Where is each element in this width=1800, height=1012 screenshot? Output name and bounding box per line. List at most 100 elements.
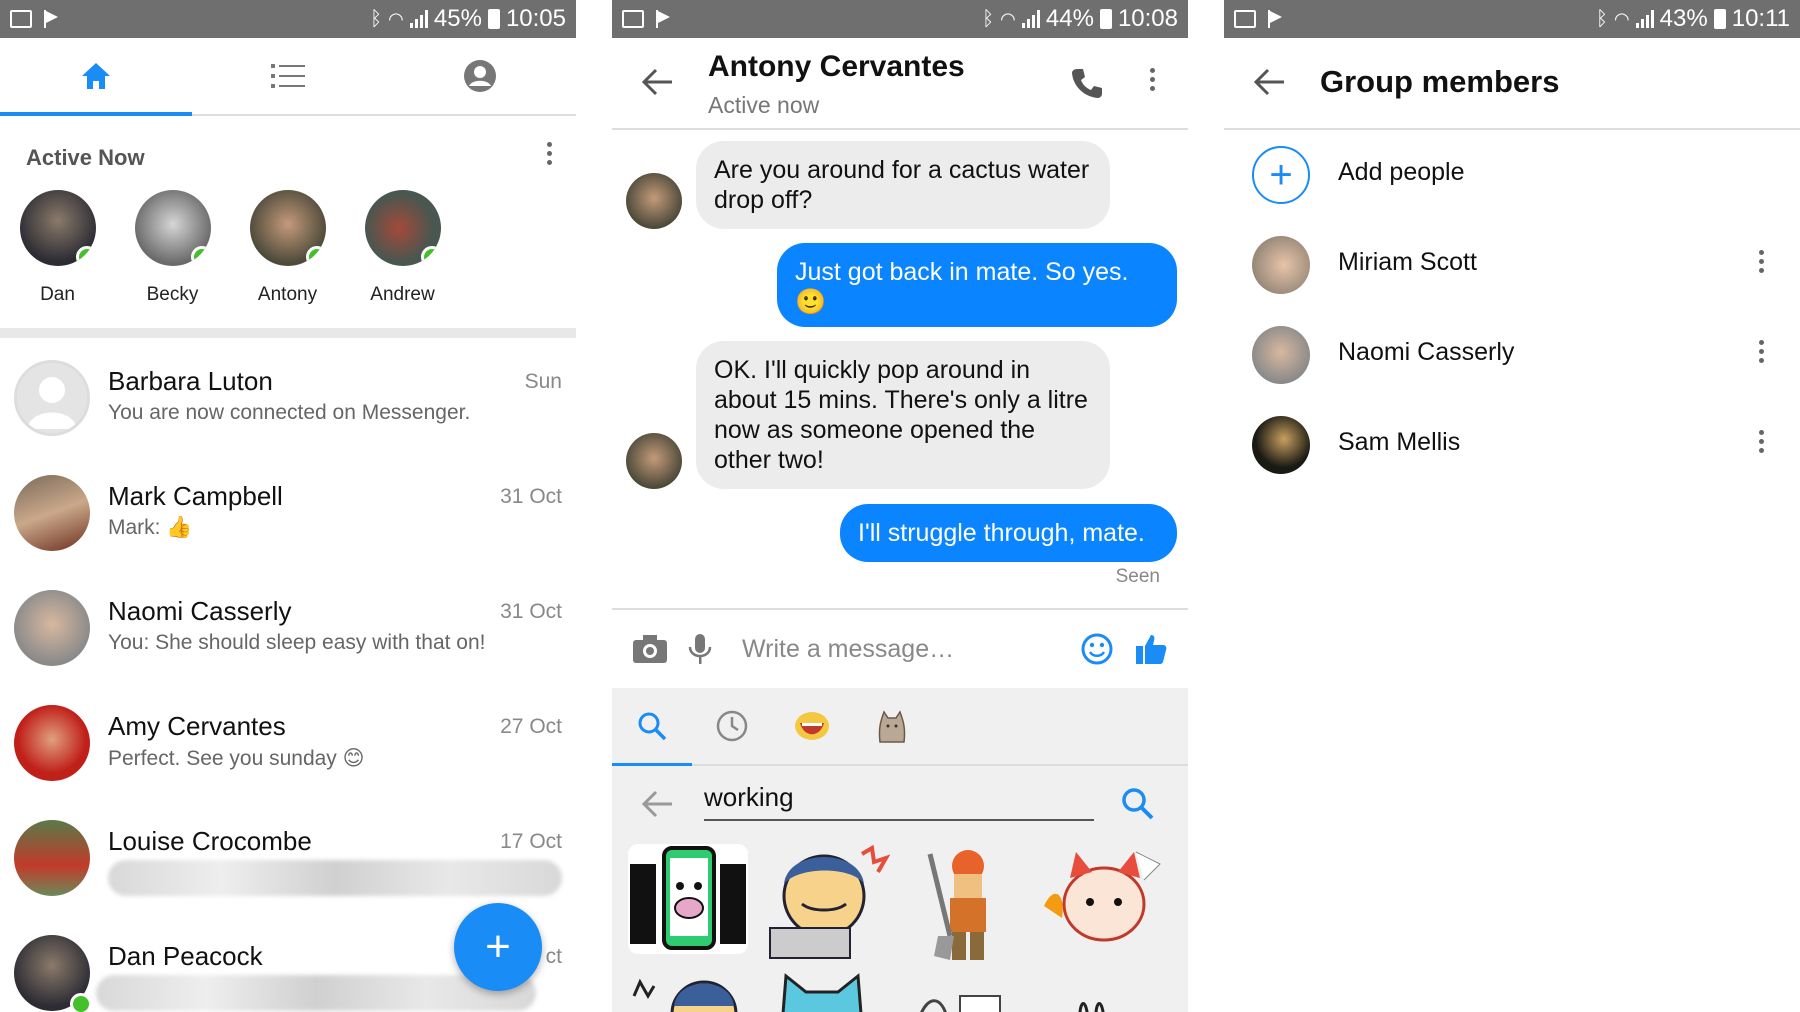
- new-message-button[interactable]: +: [454, 903, 542, 991]
- avatar: [134, 190, 211, 266]
- member-name: Sam Mellis: [1338, 428, 1461, 456]
- active-person[interactable]: Dan: [0, 190, 115, 306]
- member-row[interactable]: Naomi Casserly: [1224, 310, 1800, 400]
- clock: 10:08: [1117, 5, 1178, 32]
- avatar: [626, 433, 682, 489]
- member-menu-icon[interactable]: [1759, 340, 1764, 363]
- member-name: Naomi Casserly: [1338, 338, 1515, 366]
- conversation-snippet: Mark: 👍: [108, 516, 193, 539]
- wifi-icon: ◠: [388, 8, 404, 29]
- tab-sticker-search[interactable]: [612, 687, 692, 767]
- member-name: Miriam Scott: [1338, 248, 1477, 276]
- bluetooth-icon: ᛒ: [982, 7, 995, 30]
- conversation-date: Sun: [524, 370, 562, 393]
- message-outgoing: Just got back in mate. So yes. 🙂: [777, 243, 1177, 327]
- chat-menu-icon[interactable]: [1150, 68, 1155, 91]
- signal-icon: [1021, 10, 1040, 28]
- clock: 10:05: [505, 5, 566, 32]
- sticker-partial[interactable]: [762, 966, 882, 1012]
- sticker-search-input[interactable]: working: [704, 782, 1094, 821]
- active-person[interactable]: Andrew: [345, 190, 460, 306]
- message-input[interactable]: Write a message…: [742, 635, 1060, 664]
- plus-icon: +: [485, 922, 511, 971]
- tab-profile[interactable]: [384, 38, 576, 114]
- flag-notification-icon: [654, 10, 672, 28]
- conversation-row[interactable]: Louise Crocombe 17 Oct: [0, 798, 576, 913]
- conversation-name: Barbara Luton: [108, 366, 273, 396]
- chat-screen: ᛒ ◠ 44% 10:08 Antony Cervantes Active no…: [612, 0, 1188, 1012]
- active-person-name: Andrew: [370, 284, 435, 305]
- sticker-stressed-worker[interactable]: [762, 844, 891, 959]
- conversation-date: ct: [545, 945, 562, 968]
- active-person[interactable]: Antony: [230, 190, 345, 306]
- conversation-date: 31 Oct: [500, 600, 562, 623]
- emoji-icon[interactable]: [1080, 632, 1114, 666]
- conversation-name: Amy Cervantes: [108, 711, 286, 741]
- wifi-icon: ◠: [1613, 8, 1630, 29]
- conversation-name: Louise Crocombe: [108, 826, 312, 856]
- microphone-icon[interactable]: [688, 633, 712, 665]
- sticker-angry-cat[interactable]: [1040, 844, 1161, 954]
- list-icon: [271, 64, 305, 88]
- back-arrow-icon[interactable]: [642, 790, 674, 818]
- avatar: [249, 190, 326, 266]
- active-person-name: Dan: [40, 284, 75, 305]
- bluetooth-icon: ᛒ: [1595, 7, 1608, 30]
- avatar: [626, 173, 682, 229]
- battery-icon: [1099, 9, 1112, 29]
- member-menu-icon[interactable]: [1759, 250, 1764, 273]
- sticker-partial[interactable]: [1040, 966, 1160, 1012]
- flag-notification-icon: [42, 10, 60, 28]
- sticker-partial[interactable]: [628, 966, 748, 1012]
- battery-icon: [1713, 9, 1726, 29]
- redacted-snippet: [108, 860, 562, 896]
- tab-sticker-recent[interactable]: [692, 687, 772, 765]
- sticker-partial[interactable]: [910, 966, 1030, 1012]
- avatar: [14, 590, 90, 666]
- active-now-menu-icon[interactable]: [547, 142, 552, 165]
- cat-sticker-icon: [878, 710, 906, 743]
- thumbs-up-icon[interactable]: [1134, 632, 1168, 666]
- conversation-date: 27 Oct: [500, 715, 562, 738]
- status-bar: ᛒ ◠ 45% 10:05: [0, 0, 576, 38]
- sticker-cant-talk[interactable]: [628, 844, 748, 954]
- conversation-row[interactable]: Mark Campbell Mark: 👍 31 Oct: [0, 453, 576, 568]
- conversation-row[interactable]: Amy Cervantes Perfect. See you sunday 😊 …: [0, 683, 576, 798]
- active-person[interactable]: Becky: [115, 190, 230, 306]
- group-members-header: Group members: [1224, 38, 1800, 130]
- avatar: [14, 935, 92, 1012]
- avatar: [14, 475, 90, 551]
- conversation-name: Naomi Casserly: [108, 596, 292, 626]
- conversation-name: Dan Peacock: [108, 941, 263, 971]
- avatar: [364, 190, 441, 266]
- sticker-search-bar: working: [612, 766, 1188, 846]
- sticker-grid: [612, 844, 1188, 1012]
- tab-home[interactable]: [0, 38, 192, 116]
- tab-sticker-pack-smiley[interactable]: [772, 687, 852, 765]
- camera-icon[interactable]: [632, 634, 668, 664]
- avatar: [1252, 416, 1310, 474]
- search-icon: [638, 712, 667, 741]
- back-arrow-icon[interactable]: [642, 68, 674, 96]
- member-row[interactable]: Miriam Scott: [1224, 220, 1800, 310]
- gallery-notification-icon: [622, 10, 644, 28]
- sticker-builder-shovel[interactable]: [910, 844, 1030, 960]
- bluetooth-icon: ᛒ: [370, 7, 383, 30]
- battery-percent: 43%: [1659, 5, 1708, 32]
- phone-icon[interactable]: [1070, 66, 1104, 100]
- member-menu-icon[interactable]: [1759, 430, 1764, 453]
- back-arrow-icon[interactable]: [1254, 68, 1286, 96]
- tab-sticker-pack-cat[interactable]: [852, 687, 932, 765]
- search-icon[interactable]: [1120, 786, 1154, 820]
- conversation-row[interactable]: Naomi Casserly You: She should sleep eas…: [0, 568, 576, 683]
- add-people-button[interactable]: + Add people: [1224, 130, 1800, 220]
- message-incoming: Are you around for a cactus water drop o…: [696, 141, 1110, 229]
- tab-list[interactable]: [192, 38, 384, 114]
- chat-title: Antony Cervantes: [708, 50, 965, 83]
- add-people-label: Add people: [1338, 158, 1465, 186]
- conversation-date: 17 Oct: [500, 830, 562, 853]
- conversation-snippet: You are now connected on Messenger.: [108, 401, 471, 424]
- signal-icon: [409, 10, 428, 28]
- conversation-row[interactable]: Barbara Luton You are now connected on M…: [0, 338, 576, 453]
- member-row[interactable]: Sam Mellis: [1224, 400, 1800, 490]
